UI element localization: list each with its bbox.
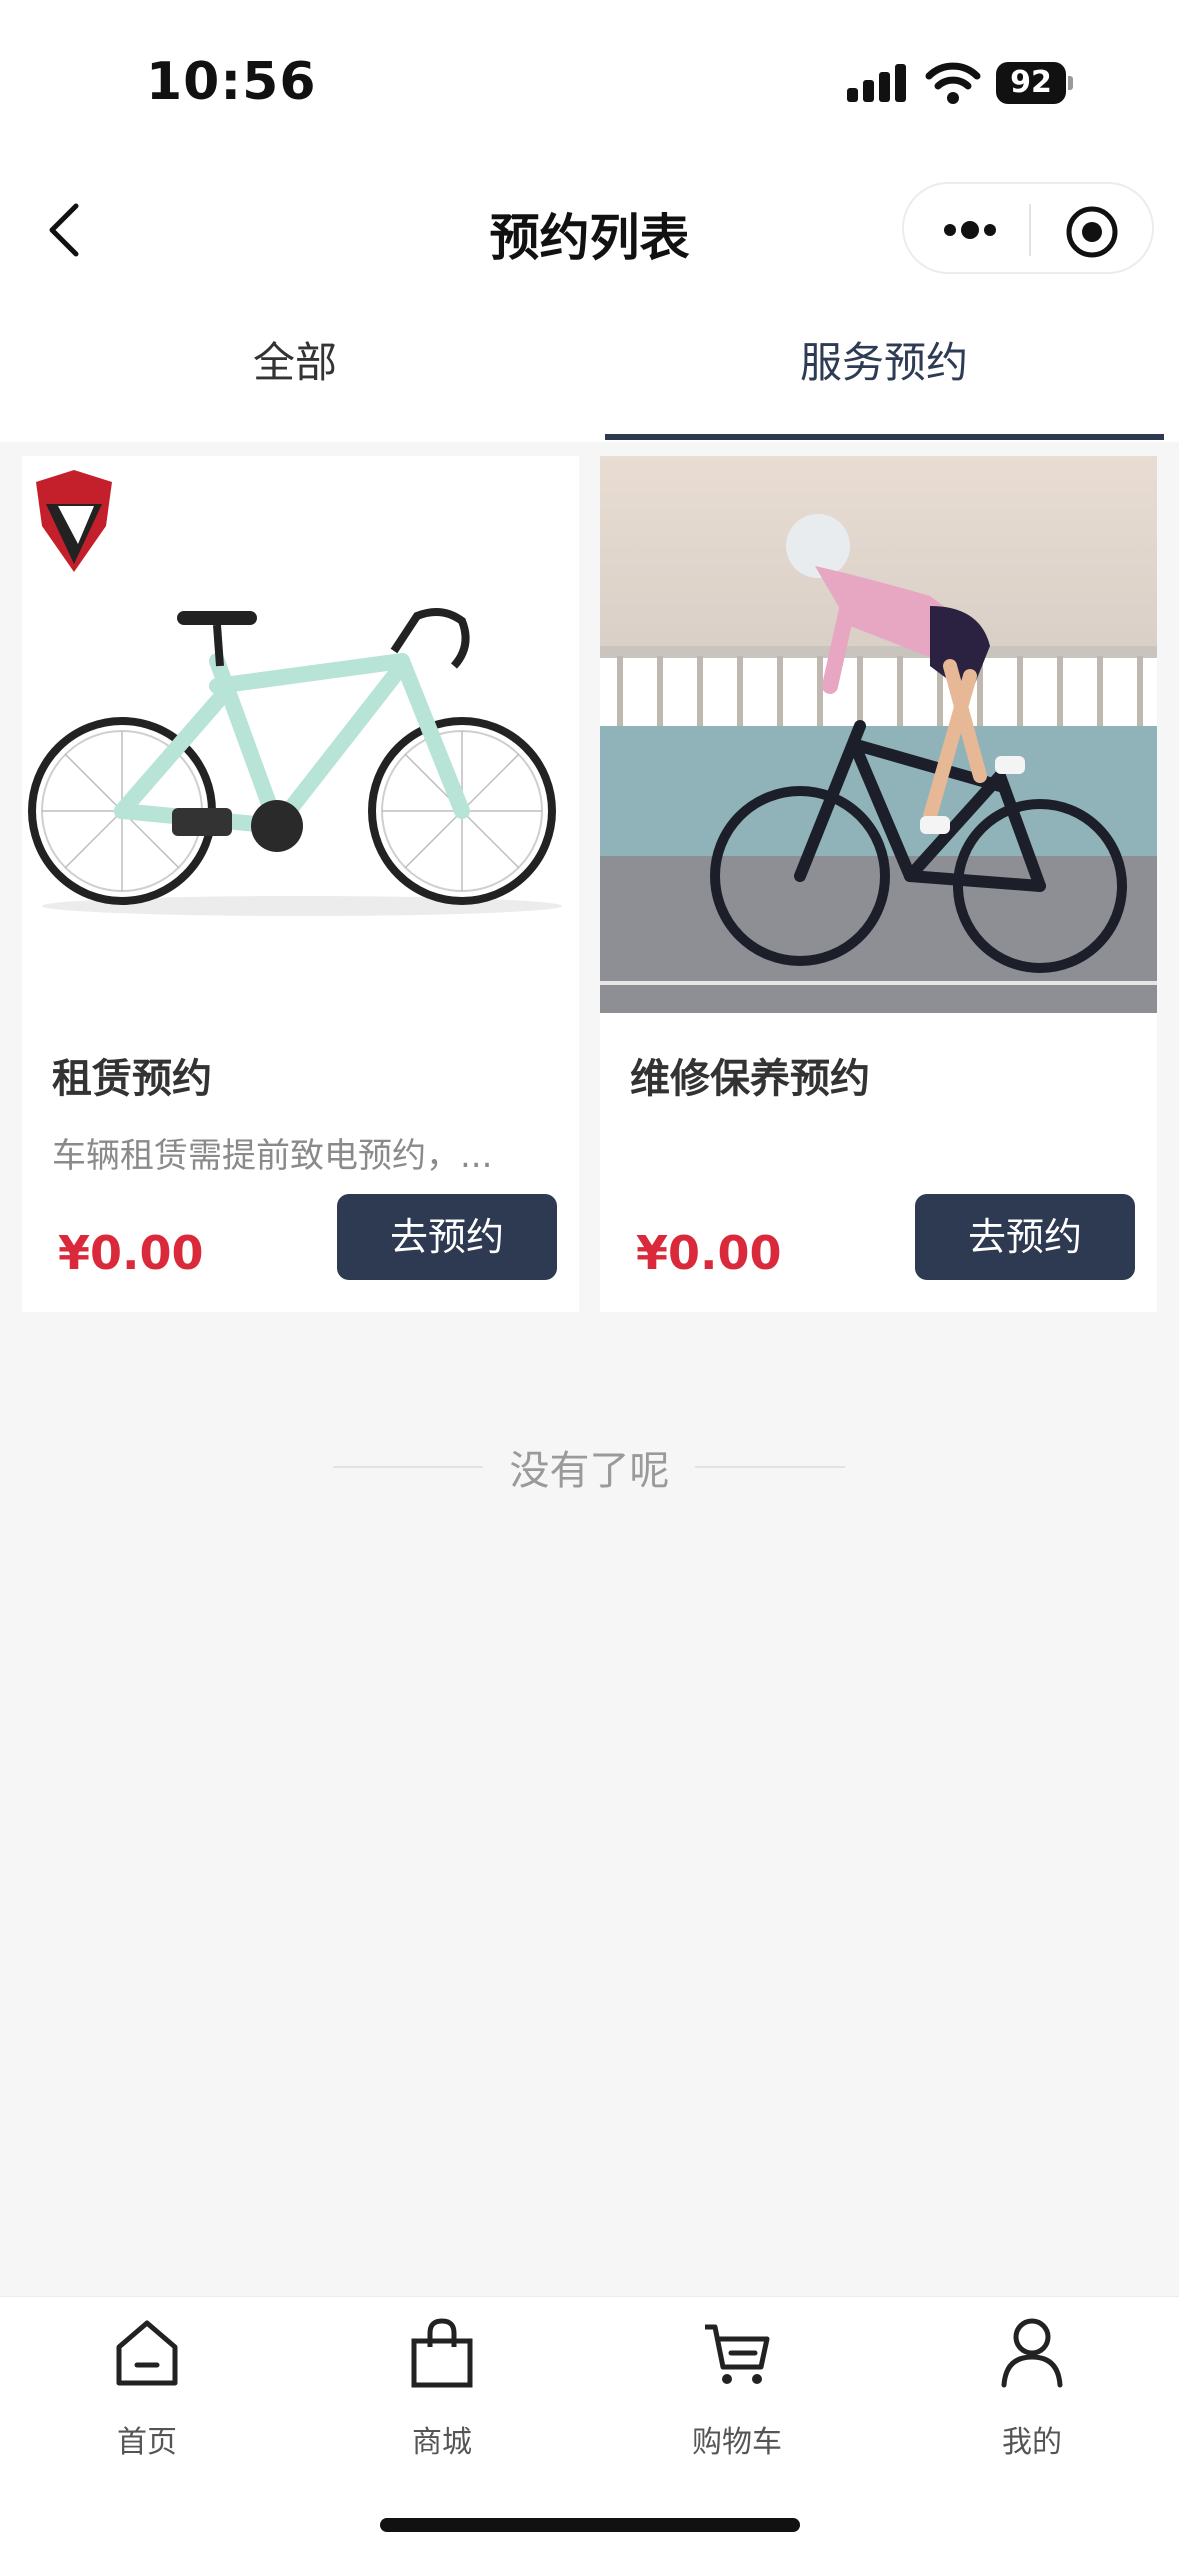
miniprogram-capsule [902,182,1154,274]
home-icon [116,2320,178,2386]
end-of-list-text: 没有了呢 [509,1448,670,1494]
book-button[interactable]: 去预约 [337,1194,557,1280]
status-bar: 10:56 92 [0,0,1179,170]
wifi-icon [925,62,981,104]
card-price: ¥0.00 [58,1226,204,1280]
card-image-bike [22,456,579,1013]
tabbar-item-home[interactable]: 首页 [47,2317,247,2467]
booking-card-maintenance[interactable]: 维修保养预约 ¥0.00 去预约 [600,456,1157,1312]
card-title: 维修保养预约 [630,1056,870,1102]
category-tabs: 全部 服务预约 [0,290,1179,442]
nav-bar: 预约列表 [0,170,1179,290]
tabbar-item-cart[interactable]: 购物车 [637,2317,837,2467]
home-indicator [380,2518,800,2532]
tab-all[interactable]: 全部 [0,290,590,442]
cart-icon [705,2324,770,2384]
tab-service-booking[interactable]: 服务预约 [589,290,1179,442]
status-time: 10:56 [146,52,317,112]
tabbar-label: 购物车 [692,2425,782,2460]
cellular-signal-icon [847,64,906,102]
battery-icon: 92 [996,62,1074,104]
close-miniprogram-icon[interactable] [1064,204,1120,260]
card-price: ¥0.00 [636,1226,782,1280]
book-button[interactable]: 去预约 [915,1194,1135,1280]
booking-card-rental[interactable]: 租赁预约 车辆租赁需提前致电预约，... ¥0.00 去预约 [22,456,579,1312]
user-icon [1001,2318,1063,2388]
tabbar-item-mall[interactable]: 商城 [342,2317,542,2467]
end-divider-right [695,1466,845,1468]
active-tab-indicator [605,434,1164,440]
tabbar-label: 我的 [1002,2425,1062,2460]
more-options-icon[interactable] [938,208,1002,252]
tabbar-item-mine[interactable]: 我的 [932,2317,1132,2467]
tabbar-label: 商城 [412,2425,472,2460]
card-description: 车辆租赁需提前致电预约，... [52,1136,493,1176]
card-title: 租赁预约 [52,1056,212,1102]
tabbar-label: 首页 [117,2425,177,2460]
card-image-cyclist [600,456,1157,1013]
battery-level: 92 [996,62,1066,104]
shopping-bag-icon [411,2318,473,2388]
